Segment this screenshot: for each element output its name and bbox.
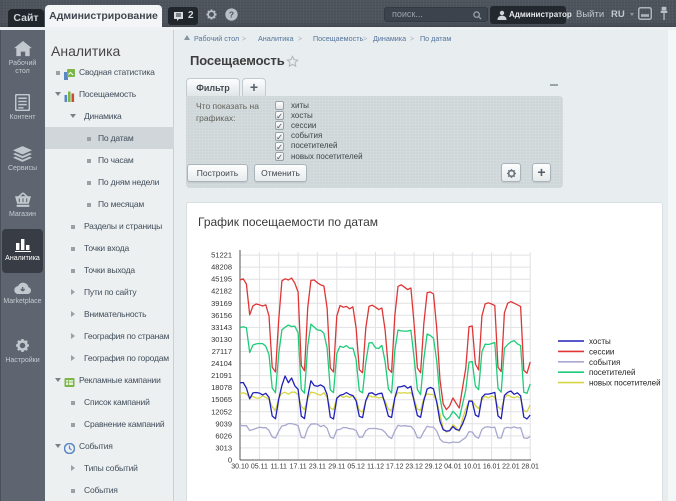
svg-text:23.12: 23.12 [405, 464, 423, 471]
svg-text:хосты: хосты [589, 337, 611, 346]
svg-text:9039: 9039 [215, 419, 232, 428]
svg-text:30.10: 30.10 [231, 464, 249, 471]
svg-text:51221: 51221 [211, 251, 232, 260]
svg-text:11.11: 11.11 [270, 464, 287, 471]
svg-text:39169: 39169 [211, 299, 232, 308]
svg-text:27117: 27117 [212, 347, 232, 356]
svg-text:11.12: 11.12 [367, 464, 384, 471]
svg-text:05.11: 05.11 [251, 464, 268, 471]
svg-text:15065: 15065 [211, 395, 232, 404]
svg-text:23.11: 23.11 [309, 464, 326, 471]
svg-text:новых посетителей: новых посетителей [589, 379, 661, 388]
svg-text:48208: 48208 [211, 263, 232, 272]
svg-text:12052: 12052 [211, 407, 232, 416]
svg-text:30130: 30130 [211, 335, 232, 344]
svg-text:17.12: 17.12 [386, 464, 404, 471]
svg-text:24104: 24104 [211, 359, 232, 368]
svg-text:6026: 6026 [215, 431, 232, 440]
svg-text:21091: 21091 [211, 371, 232, 380]
svg-text:04.01: 04.01 [444, 464, 462, 471]
svg-text:3013: 3013 [215, 443, 232, 452]
svg-text:18078: 18078 [211, 383, 232, 392]
svg-text:события: события [589, 358, 620, 367]
svg-text:посетителей: посетителей [589, 368, 635, 377]
svg-text:36156: 36156 [211, 311, 232, 320]
svg-text:33143: 33143 [211, 323, 232, 332]
svg-text:сессии: сессии [589, 347, 614, 356]
svg-text:29.12: 29.12 [425, 464, 443, 471]
svg-text:17.11: 17.11 [290, 464, 307, 471]
svg-text:16.01: 16.01 [483, 464, 501, 471]
svg-text:42182: 42182 [211, 287, 232, 296]
svg-text:10.01: 10.01 [463, 464, 481, 471]
svg-text:29.11: 29.11 [328, 464, 345, 471]
svg-text:45195: 45195 [211, 275, 232, 284]
svg-text:22.01: 22.01 [502, 464, 520, 471]
svg-text:05.12: 05.12 [347, 464, 365, 471]
svg-text:28.01: 28.01 [521, 464, 539, 471]
